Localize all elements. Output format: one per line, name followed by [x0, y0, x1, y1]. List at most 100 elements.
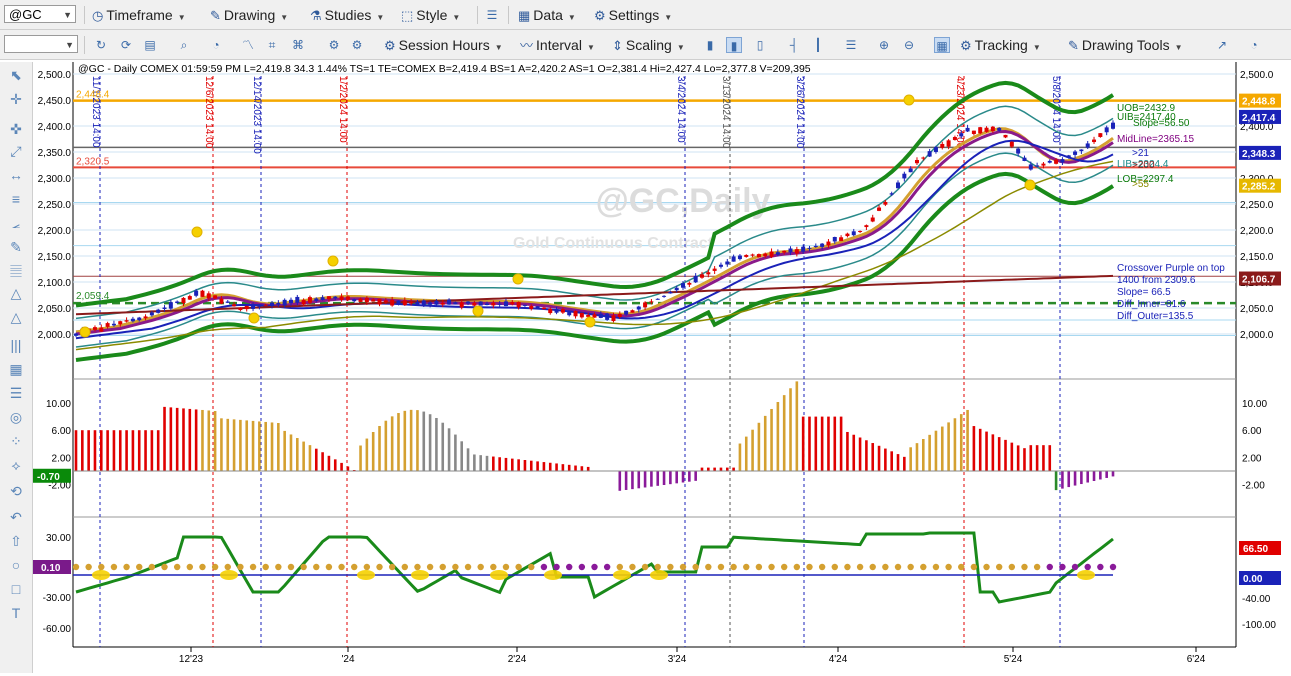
candle-body: [168, 302, 173, 309]
arc-icon[interactable]: ⟲: [7, 482, 25, 500]
candle-body: [1079, 149, 1084, 152]
crossover-marker: [357, 570, 375, 580]
chart-zoom-icon[interactable]: ⌗: [264, 37, 280, 53]
fit-icon[interactable]: ⤢: [7, 142, 25, 160]
square-icon[interactable]: □: [7, 580, 25, 598]
calculator-icon[interactable]: ▤: [142, 37, 158, 53]
candle-body: [933, 147, 938, 152]
interval-menu[interactable]: 〰 Interval ▼: [520, 35, 595, 55]
osc2-tick-left: -30.00: [43, 593, 72, 604]
style-menu[interactable]: ⬚ Style ▼: [401, 5, 460, 25]
parallel-icon[interactable]: ≡: [7, 190, 25, 208]
candle-body: [251, 305, 256, 309]
drawing-menu[interactable]: ✎ Drawing ▼: [210, 5, 288, 25]
wrench-icon[interactable]: ✜: [7, 120, 25, 138]
refresh-all-icon[interactable]: ⟳: [118, 37, 134, 53]
properties-icon[interactable]: ⚙: [349, 37, 365, 53]
hollow-candle-icon[interactable]: ▯: [752, 37, 768, 53]
price-tick-left: 2,050.0: [38, 304, 72, 315]
chart-selector[interactable]: ▼: [4, 35, 78, 53]
fib-icon[interactable]: 𝄚: [7, 262, 25, 280]
zoom-in-icon[interactable]: ⊕: [876, 37, 892, 53]
crossover-marker: [220, 570, 238, 580]
undo-icon[interactable]: ↶: [7, 508, 25, 526]
studies-menu[interactable]: ⚗ Studies ▼: [310, 5, 384, 25]
candle-body: [592, 314, 597, 318]
chart-line-icon[interactable]: 〽: [240, 37, 256, 53]
refresh-icon[interactable]: ↻: [93, 37, 109, 53]
dots-icon[interactable]: ⁘: [7, 432, 25, 450]
gauge-icon[interactable]: ◔: [208, 37, 224, 53]
levels-icon[interactable]: ☰: [7, 384, 25, 402]
candle-body: [896, 182, 901, 189]
candle-body: [472, 302, 477, 306]
osc2-tick-left: 30.00: [46, 533, 71, 544]
candle-body: [902, 173, 907, 179]
oscillator-dot: [932, 563, 940, 571]
oscillator-dot: [553, 563, 560, 571]
oscillator-dot: [679, 563, 687, 571]
pencil-icon[interactable]: ✎: [7, 238, 25, 256]
grid-icon[interactable]: ▦: [7, 360, 25, 378]
text-icon[interactable]: T: [7, 604, 25, 622]
price-chart[interactable]: @GC,Daily Gold Continuous Contract 11/1/…: [33, 62, 1291, 673]
gann-icon[interactable]: ⟡: [7, 456, 25, 474]
circle-icon[interactable]: ○: [7, 556, 25, 574]
oscillator-dot: [237, 563, 244, 571]
tracking-menu[interactable]: ⚙ Tracking ▼: [960, 35, 1041, 55]
candle-body: [1035, 165, 1040, 167]
angle-icon[interactable]: ⦟: [7, 214, 25, 232]
ohlc-icon[interactable]: ┤: [786, 37, 802, 53]
bars-icon[interactable]: |||: [7, 336, 25, 354]
chart-options-icon[interactable]: ◔: [1246, 37, 1262, 53]
candle-body: [453, 302, 458, 305]
trend-icon[interactable]: ↗: [1214, 37, 1230, 53]
chevron-down-icon: ▼: [452, 13, 461, 22]
chart-area[interactable]: @GC,Daily Gold Continuous Contract 11/1/…: [33, 62, 1291, 673]
oscillator-dot: [578, 563, 586, 571]
chart-compare-icon[interactable]: ⌘: [290, 37, 306, 53]
candle-body: [693, 275, 698, 283]
candle-body: [554, 309, 559, 313]
session-hours-menu[interactable]: ⚙ Session Hours ▼: [384, 35, 503, 55]
candle-body: [320, 297, 325, 300]
up-arrow-icon[interactable]: ⇧: [7, 532, 25, 550]
candle-body: [295, 296, 300, 303]
zoom-out-icon[interactable]: ⊖: [901, 37, 917, 53]
candle-body: [485, 303, 490, 306]
symbol-input[interactable]: @GC ▼: [4, 5, 76, 23]
data-menu[interactable]: ▦ Data ▼: [518, 5, 576, 25]
triangle-icon[interactable]: △: [7, 284, 25, 302]
timeframe-menu[interactable]: ◷ Timeframe ▼: [92, 5, 186, 25]
settings-menu[interactable]: ⚙ Settings ▼: [594, 5, 672, 25]
candle-body: [219, 298, 224, 304]
candlestick-icon[interactable]: ▮: [726, 37, 742, 53]
grid-icon[interactable]: ▦: [934, 37, 950, 53]
triangle-outline-icon[interactable]: △: [7, 308, 25, 326]
oscillator-dot: [692, 563, 699, 571]
oscillator-dot: [287, 563, 295, 571]
candle-body: [1016, 148, 1021, 154]
chevron-down-icon[interactable]: ▼: [65, 36, 74, 54]
grid-settings-icon[interactable]: ⚙: [326, 37, 342, 53]
layout-icon[interactable]: ☰: [843, 37, 859, 53]
candle-body: [1003, 134, 1008, 138]
layout-icon[interactable]: ☰: [484, 7, 500, 23]
crosshair-icon[interactable]: ✛: [7, 90, 25, 108]
histogram-icon[interactable]: ┃: [810, 37, 826, 53]
spiral-icon[interactable]: ◎: [7, 408, 25, 426]
candle-body: [1060, 159, 1065, 163]
pencil-icon: ✎: [1068, 38, 1079, 53]
price-tick-left: 2,300.0: [38, 174, 72, 185]
price-tick-left: 2,100.0: [38, 278, 72, 289]
chevron-down-icon[interactable]: ▼: [63, 6, 72, 24]
pointer-icon[interactable]: ⬉: [7, 66, 25, 84]
scaling-menu[interactable]: ⇕ Scaling ▼: [612, 35, 685, 55]
osc1-tick-left: 2.00: [52, 453, 72, 464]
drawing-tools-menu[interactable]: ✎ Drawing Tools ▼: [1068, 35, 1183, 55]
oscillator-dot: [667, 563, 674, 571]
bar-chart-icon[interactable]: ▮: [702, 37, 718, 53]
zoom-search-icon[interactable]: ⌕: [176, 37, 192, 53]
candle-body: [74, 333, 78, 336]
line-icon[interactable]: ↔: [7, 166, 25, 184]
